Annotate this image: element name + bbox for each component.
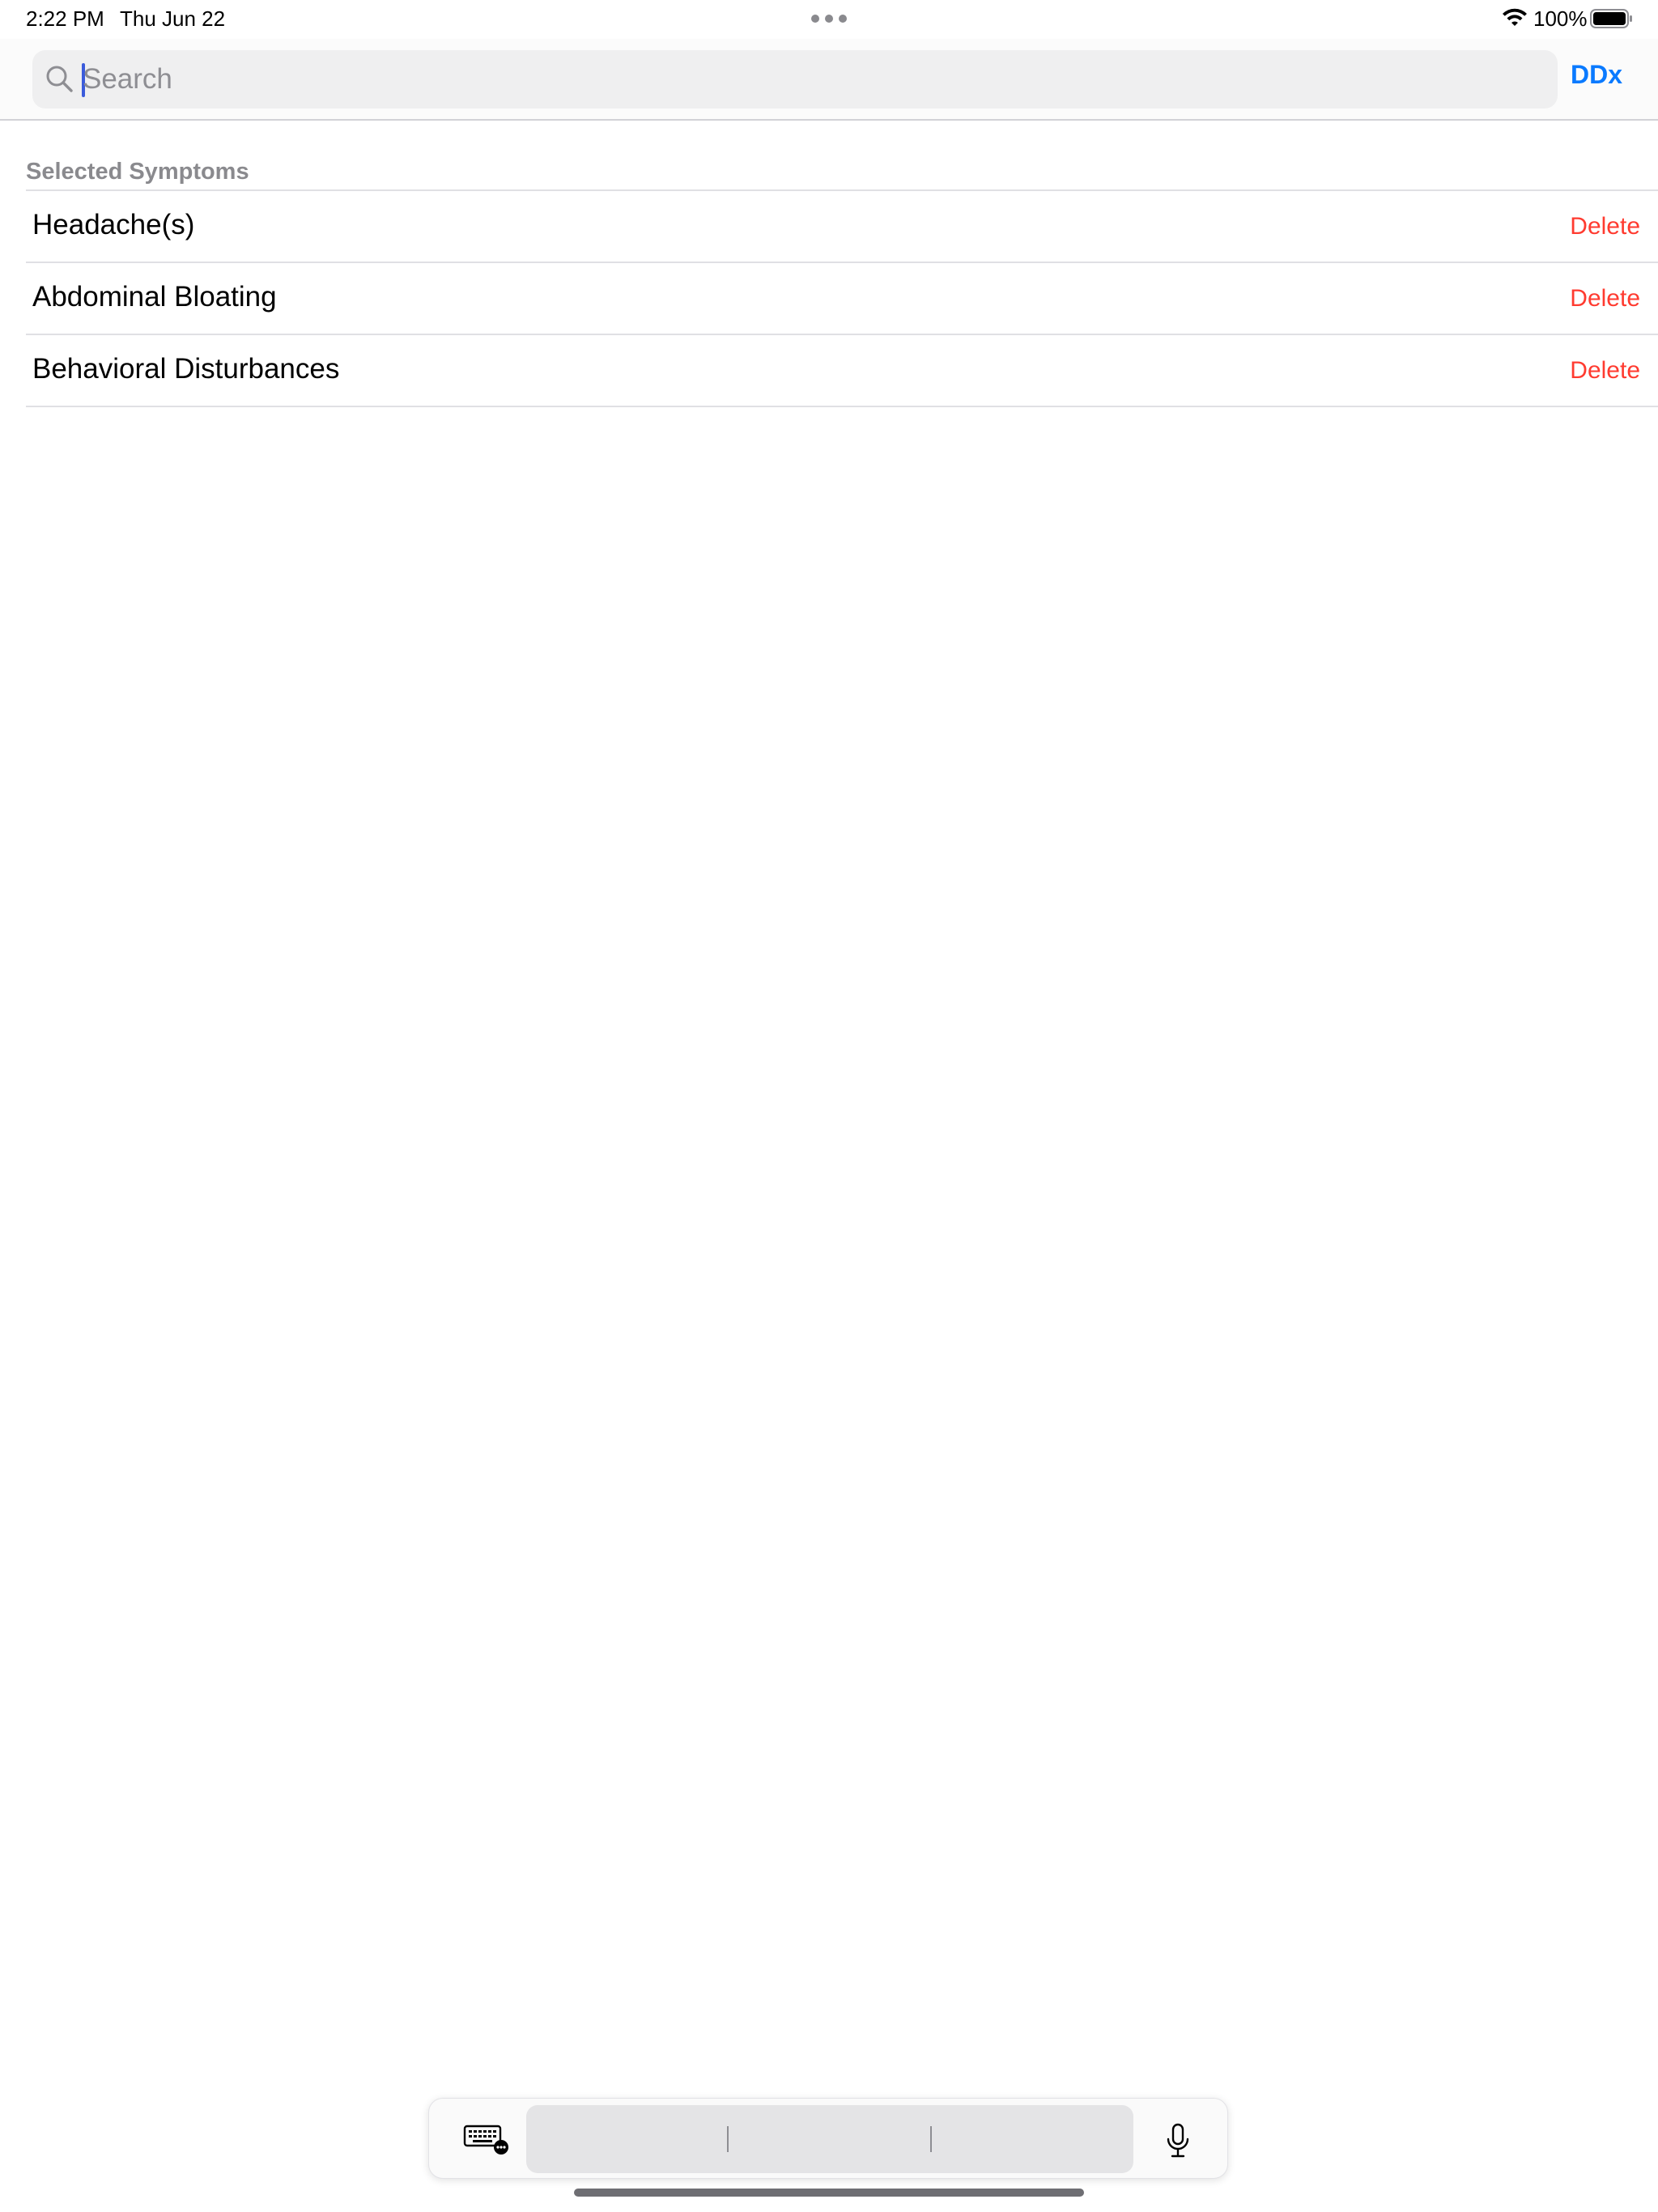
dot xyxy=(839,15,847,23)
predictive-text-bar[interactable] xyxy=(526,2105,1133,2173)
symptom-list: Headache(s) Delete Abdominal Bloating De… xyxy=(26,189,1658,407)
section-header: Selected Symptoms xyxy=(26,159,249,185)
keyboard-shortcut-bar xyxy=(428,2098,1228,2179)
search-field[interactable] xyxy=(32,50,1558,108)
screen: 2:22 PM Thu Jun 22 100% DDx xyxy=(0,0,1658,2212)
symptom-row[interactable]: Abdominal Bloating Delete xyxy=(26,263,1658,335)
dot xyxy=(825,15,833,23)
symptom-label: Headache(s) xyxy=(32,209,195,240)
symptom-row[interactable]: Headache(s) Delete xyxy=(26,191,1658,263)
predictive-divider xyxy=(727,2126,729,2152)
symptom-label: Behavioral Disturbances xyxy=(32,353,340,385)
search-input[interactable] xyxy=(83,57,1540,102)
symptom-label: Abdominal Bloating xyxy=(32,281,277,313)
status-bar: 2:22 PM Thu Jun 22 100% xyxy=(0,0,1658,39)
delete-button[interactable]: Delete xyxy=(1570,285,1640,313)
home-indicator[interactable] xyxy=(574,2189,1084,2197)
battery-percent: 100% xyxy=(1533,6,1588,31)
wifi-icon xyxy=(1503,8,1527,26)
status-time: 2:22 PM xyxy=(26,6,104,31)
ddx-button[interactable]: DDx xyxy=(1571,60,1622,90)
predictive-divider xyxy=(930,2126,932,2152)
symptom-row[interactable]: Behavioral Disturbances Delete xyxy=(26,335,1658,407)
keyboard-icon[interactable] xyxy=(463,2123,510,2155)
status-date: Thu Jun 22 xyxy=(120,6,226,31)
multitasking-dots-icon[interactable] xyxy=(811,13,847,24)
delete-button[interactable]: Delete xyxy=(1570,357,1640,385)
search-icon xyxy=(46,66,73,92)
delete-button[interactable]: Delete xyxy=(1570,213,1640,240)
microphone-icon[interactable] xyxy=(1164,2123,1192,2159)
navigation-bar: DDx xyxy=(0,39,1658,121)
dot xyxy=(811,15,819,23)
battery-icon xyxy=(1590,9,1632,28)
